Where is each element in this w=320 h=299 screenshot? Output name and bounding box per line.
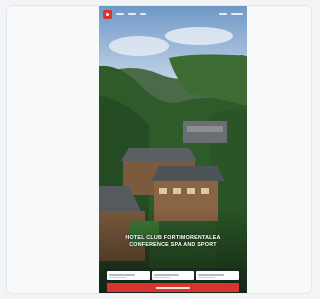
guests-field[interactable] bbox=[196, 271, 240, 280]
book-now-button[interactable] bbox=[107, 283, 239, 292]
mobile-preview: HOTEL CLUB FORTIMORENTALEA CONFERENCE Sp… bbox=[99, 6, 247, 293]
preview-card: HOTEL CLUB FORTIMORENTALEA CONFERENCE Sp… bbox=[6, 5, 312, 294]
hero-image bbox=[99, 6, 247, 293]
nav-link-2[interactable] bbox=[128, 13, 136, 15]
hero-heading: HOTEL CLUB FORTIMORENTALEA CONFERENCE Sp… bbox=[125, 235, 221, 248]
hotel-logo-icon[interactable] bbox=[103, 9, 112, 19]
check-in-field[interactable] bbox=[107, 271, 150, 280]
nav-link-1[interactable] bbox=[116, 13, 124, 15]
nav-link-4[interactable] bbox=[219, 13, 227, 15]
nav-link-5[interactable] bbox=[231, 13, 243, 15]
booking-widget bbox=[104, 268, 242, 293]
site-header bbox=[99, 6, 247, 22]
nav-link-3[interactable] bbox=[140, 13, 146, 15]
check-out-field[interactable] bbox=[151, 271, 195, 280]
